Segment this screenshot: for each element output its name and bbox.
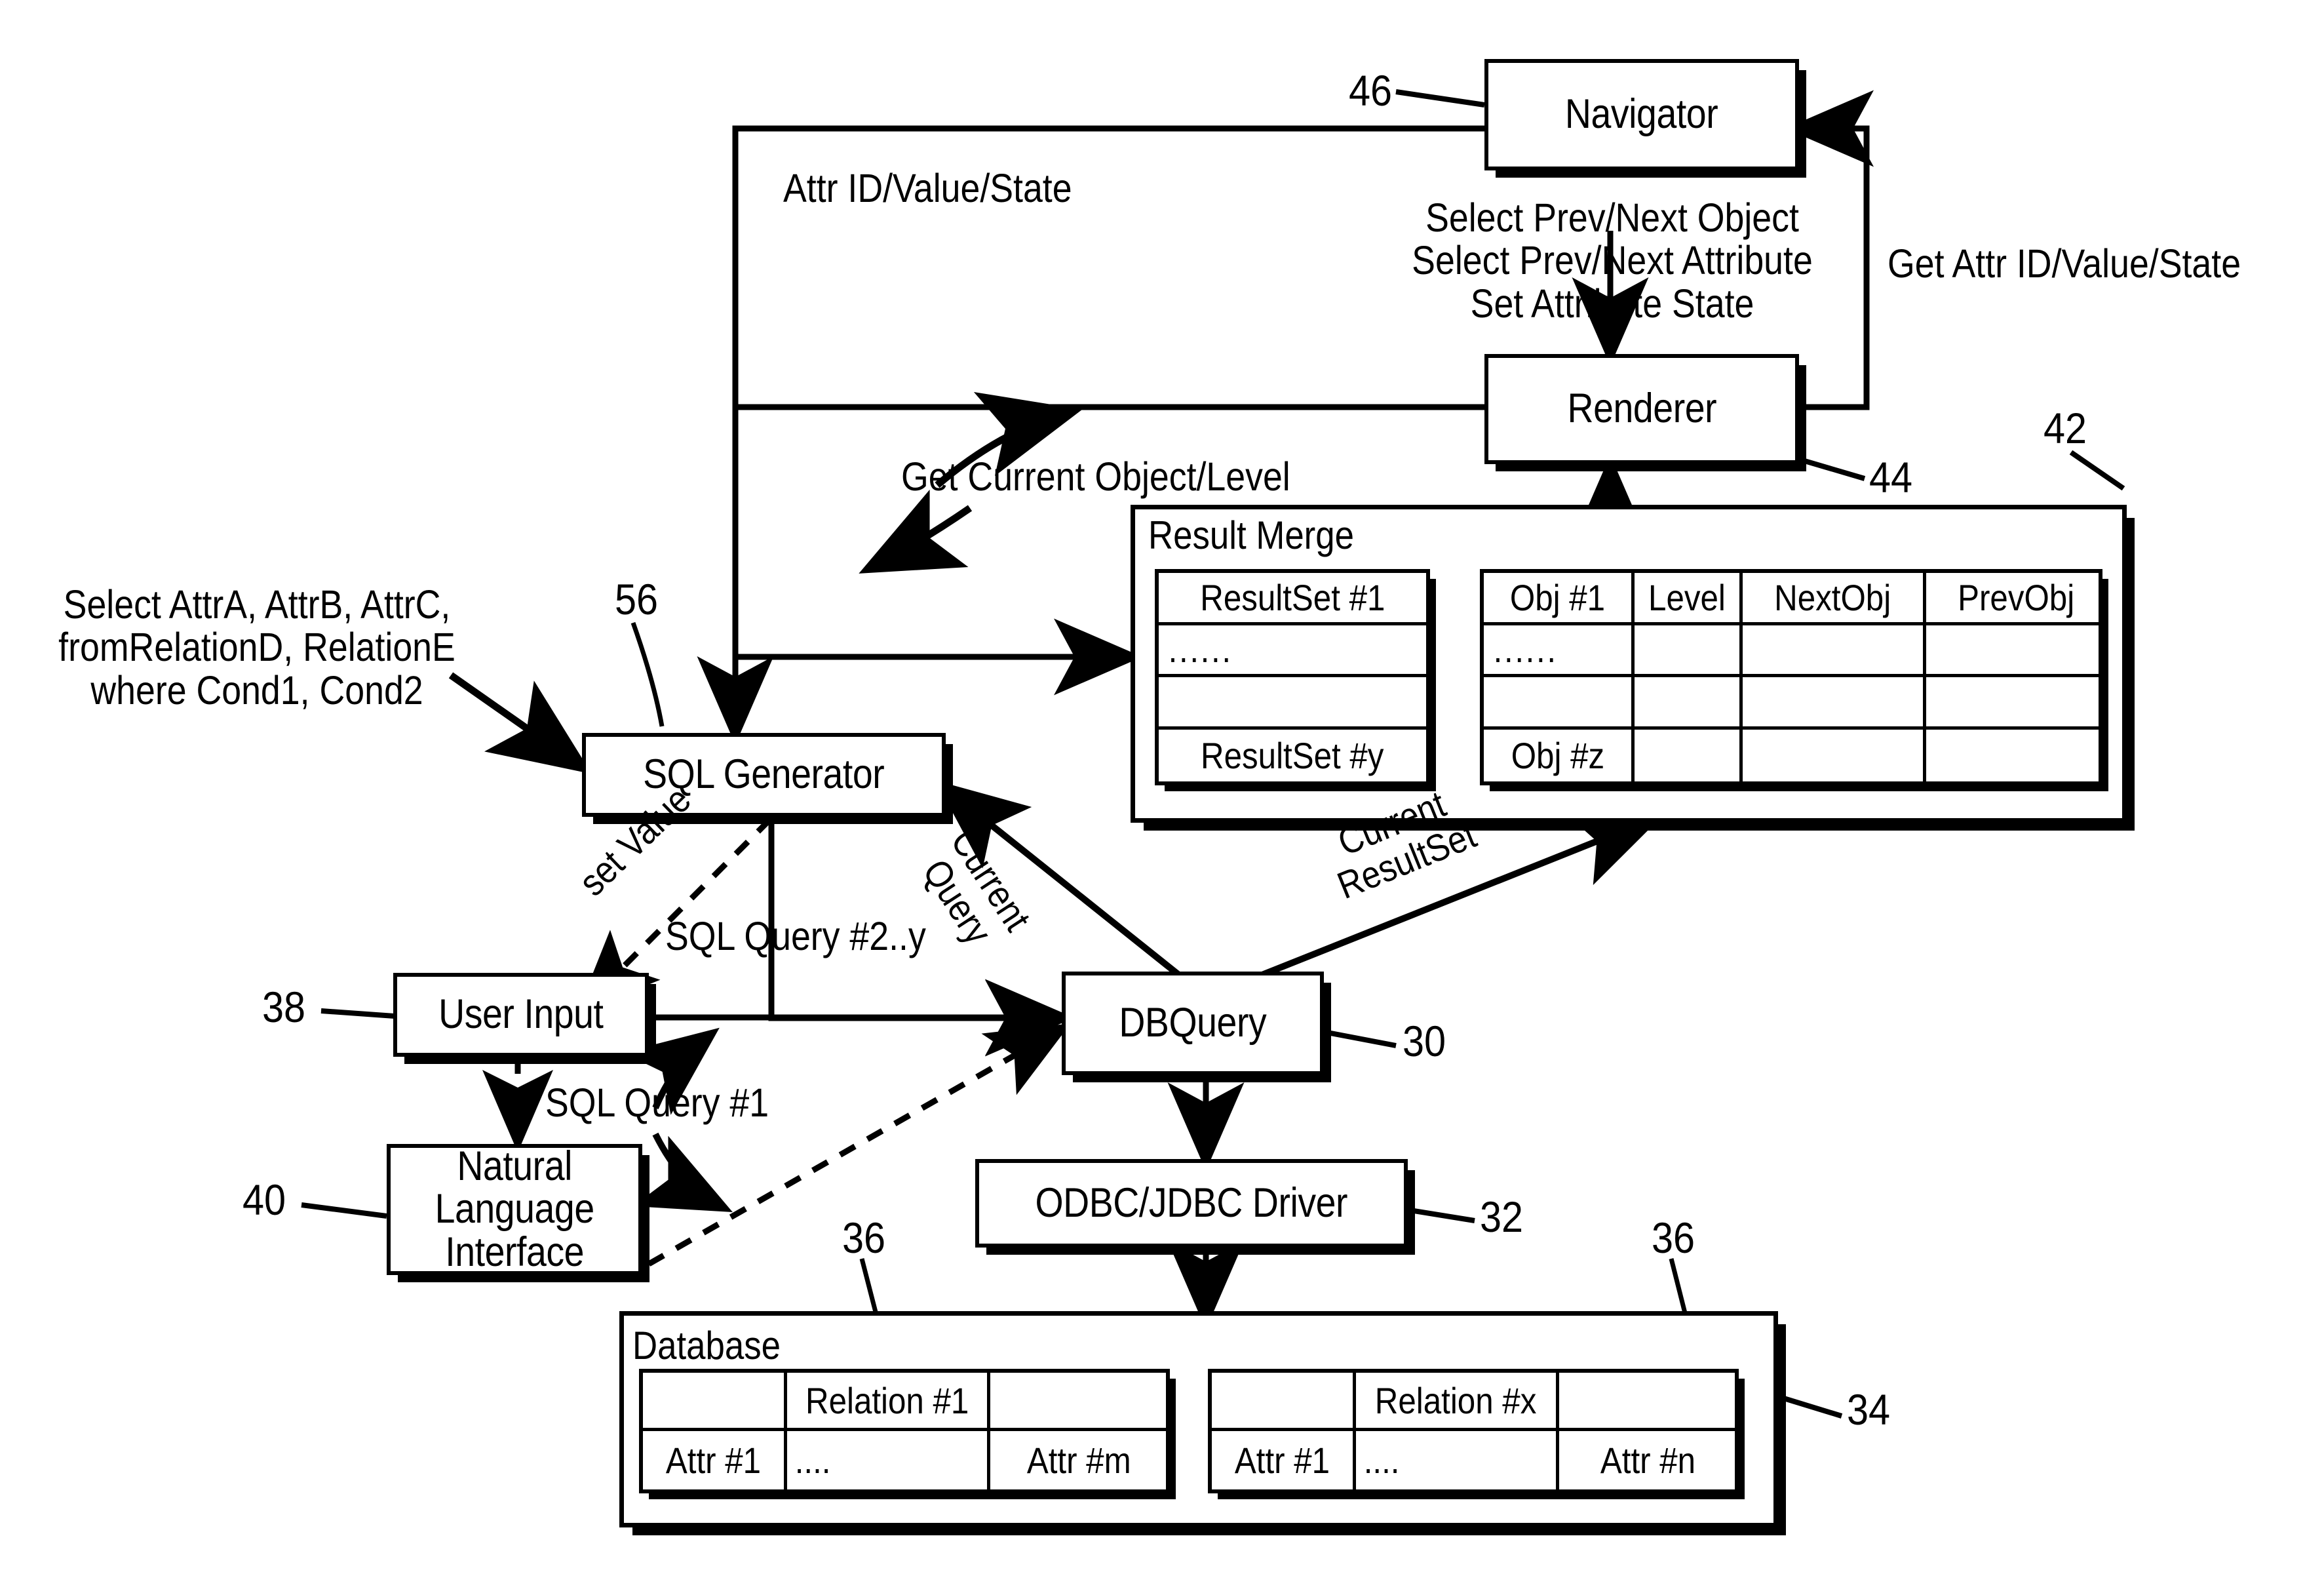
table-header-cell: Obj #1 (1484, 573, 1635, 625)
table-cell (1635, 729, 1743, 781)
table-cell (1635, 677, 1743, 730)
table-header-cell: Level (1635, 573, 1743, 625)
renderer-label: Renderer (1567, 385, 1716, 432)
relation-header-cell (1559, 1373, 1736, 1431)
odbc-jdbc-driver-box[interactable]: ODBC/JDBC Driver (975, 1159, 1408, 1248)
label-sql-query-1: SQL Query #1 (545, 1080, 769, 1125)
table-cell (1743, 625, 1926, 677)
relation-header-cell: Relation #1 (787, 1373, 990, 1431)
refnum-renderer: 44 (1869, 453, 1913, 502)
navigator-box[interactable]: Navigator (1484, 59, 1799, 170)
refnum-database: 34 (1847, 1385, 1891, 1434)
refnum-natural-language-interface: 40 (242, 1175, 286, 1224)
result-merge-title: Result Merge (1148, 513, 1354, 557)
resultset-column-table: ResultSet #1 ...... ResultSet #y (1155, 569, 1430, 785)
database-title: Database (632, 1324, 781, 1367)
object-attributes-table: Obj #1 Level NextObj PrevObj ...... Obj … (1480, 569, 2106, 785)
label-sql-query-2y: SQL Query #2..y (665, 914, 926, 958)
dbquery-box[interactable]: DBQuery (1062, 972, 1324, 1075)
relation-attr-cell: .... (1356, 1431, 1559, 1489)
table-cell: ...... (1484, 625, 1635, 677)
refnum-result-merge: 42 (2043, 404, 2087, 452)
label-attr-id-value-state: Attr ID/Value/State (783, 166, 1072, 210)
patent-diagram-canvas: Navigator Renderer SQL Generator User In… (0, 0, 2324, 1574)
relation-attr-cell: Attr #1 (1212, 1431, 1356, 1489)
relation-attr-cell: Attr #1 (643, 1431, 787, 1489)
dbquery-label: DBQuery (1119, 1000, 1267, 1046)
table-header-cell: NextObj (1743, 573, 1926, 625)
label-get-current-object-level: Get Current Object/Level (901, 454, 1290, 499)
relation-attr-cell: .... (787, 1431, 990, 1489)
refnum-relation-right: 36 (1652, 1213, 1695, 1262)
refnum-dbquery: 30 (1403, 1017, 1446, 1065)
navigator-label: Navigator (1565, 91, 1718, 138)
relation-table-2: Relation #x Attr #1 .... Attr #n (1208, 1369, 1739, 1493)
table-cell (1926, 677, 2106, 730)
table-cell (1484, 677, 1635, 730)
renderer-box[interactable]: Renderer (1484, 354, 1799, 464)
refnum-odbc-jdbc-driver: 32 (1480, 1192, 1524, 1241)
relation-header-cell (990, 1373, 1167, 1431)
table-cell (1743, 677, 1926, 730)
natural-language-interface-box[interactable]: Natural Language Interface (387, 1144, 642, 1275)
table-cell (1926, 625, 2106, 677)
label-get-attr-id-value-state: Get Attr ID/Value/State (1888, 241, 2241, 286)
refnum-relation-left: 36 (842, 1213, 886, 1262)
resultset-cell: ...... (1159, 625, 1426, 677)
relation-header-cell: Relation #x (1356, 1373, 1559, 1431)
relation-attr-cell: Attr #m (1026, 1440, 1131, 1481)
table-header-cell: PrevObj (1926, 573, 2106, 625)
table-cell (1926, 730, 2106, 782)
relation-header-cell (643, 1373, 787, 1431)
refnum-user-input: 38 (262, 983, 306, 1031)
table-cell (1743, 729, 1926, 781)
natural-language-interface-label: Natural Language Interface (435, 1143, 594, 1275)
relation-header-cell (1212, 1373, 1356, 1431)
sql-statement-text: Select AttrA, AttrB, AttrC, fromRelation… (58, 582, 455, 713)
resultset-cell: ResultSet #y (1201, 734, 1384, 776)
odbc-jdbc-driver-label: ODBC/JDBC Driver (1035, 1179, 1348, 1226)
relation-attr-cell: Attr #n (1600, 1440, 1695, 1481)
label-current-query: Current Query (914, 821, 1039, 952)
resultset-cell: ResultSet #1 (1159, 573, 1426, 625)
user-input-label: User Input (438, 991, 604, 1038)
table-cell: Obj #z (1484, 729, 1635, 781)
user-input-box[interactable]: User Input (393, 973, 649, 1057)
refnum-sql-generator: 56 (615, 575, 659, 623)
refnum-navigator: 46 (1349, 66, 1393, 115)
table-cell (1635, 625, 1743, 677)
relation-table-1: Relation #1 Attr #1 .... Attr #m (639, 1369, 1170, 1493)
resultset-cell (1159, 677, 1426, 730)
